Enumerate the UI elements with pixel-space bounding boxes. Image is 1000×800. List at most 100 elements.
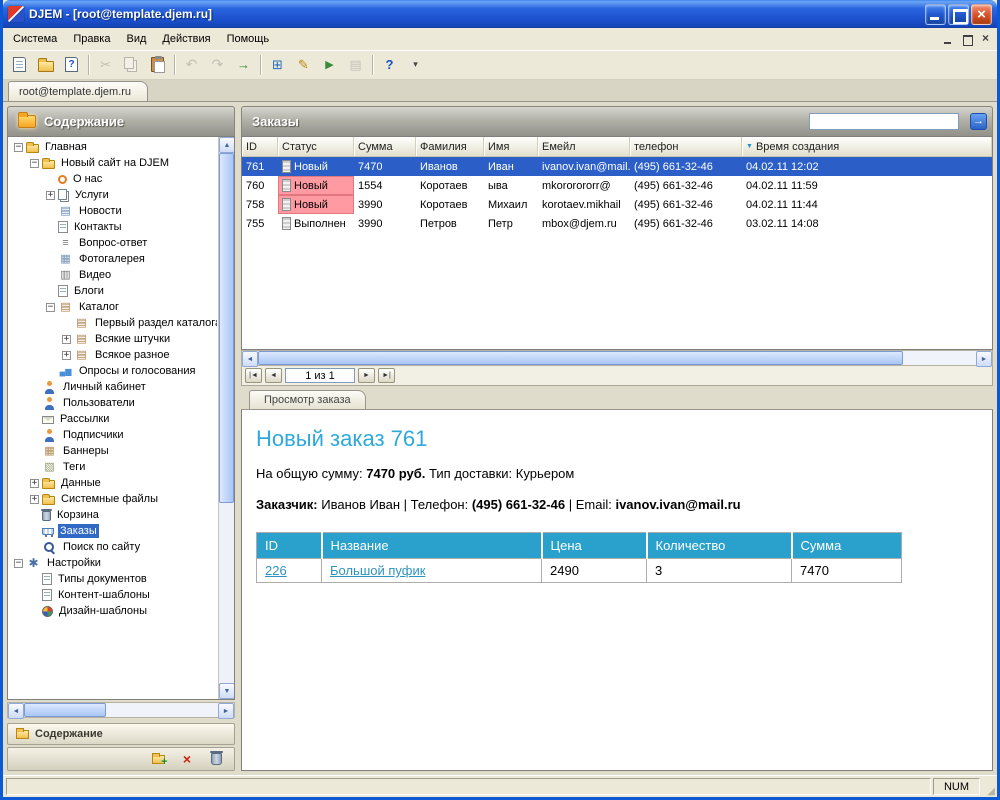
order-row[interactable]: 760 Новый 1554 Коротаев ыва mkororororr@ (495)… [242, 176, 992, 195]
tree-expander-minus-icon[interactable]: − [30, 158, 39, 168]
tree-item[interactable]: Дизайн-шаблоны [10, 603, 217, 619]
publish-button[interactable]: ▶ [317, 52, 342, 77]
menu-item[interactable]: Система [5, 30, 65, 48]
new-document-button[interactable] [7, 52, 32, 77]
edit-button[interactable]: ✎ [291, 52, 316, 77]
tree-item[interactable]: Корзина [10, 507, 217, 523]
tree-expander-minus-icon[interactable]: − [14, 142, 23, 152]
tree-item[interactable]: ▥ Видео [10, 267, 217, 283]
column-header[interactable]: ID [242, 137, 278, 156]
trash-button[interactable] [206, 750, 226, 768]
tree-item[interactable]: Контент-шаблоны [10, 587, 217, 603]
tree-item[interactable]: Рассылки [10, 411, 217, 427]
properties-button[interactable]: ⊞ [265, 52, 290, 77]
resize-grip[interactable] [982, 778, 996, 797]
scroll-right-button[interactable] [218, 703, 234, 719]
scroll-left-button[interactable] [242, 351, 258, 367]
menu-item[interactable]: Вид [118, 30, 154, 48]
delete-button[interactable] [177, 750, 197, 768]
scroll-right-button[interactable] [976, 351, 992, 367]
tree-item[interactable]: − ✱ Настройки [10, 555, 217, 571]
tree-expander-plus-icon[interactable]: + [46, 190, 55, 200]
sidebar-footer-tab[interactable]: Содержание [7, 723, 235, 745]
menu-item[interactable]: Правка [65, 30, 118, 48]
tree-item[interactable]: ▦ Баннеры [10, 443, 217, 459]
scrollbar-thumb[interactable] [24, 703, 106, 717]
tree-item[interactable]: − Главная [10, 139, 217, 155]
open-button[interactable] [33, 52, 58, 77]
tree-item[interactable]: ▦ Фотогалерея [10, 251, 217, 267]
column-header[interactable]: Имя [484, 137, 538, 156]
toolbar-options-button[interactable]: ▾ [403, 52, 428, 77]
document-help-button[interactable] [59, 52, 84, 77]
tree-item[interactable]: Контакты [10, 219, 217, 235]
child-restore-button[interactable] [959, 32, 976, 47]
export-button[interactable]: → [231, 52, 256, 77]
scroll-up-button[interactable] [219, 137, 234, 153]
tree-item[interactable]: ≡ Вопрос-ответ [10, 235, 217, 251]
scrollbar-thumb[interactable] [219, 153, 234, 503]
column-header[interactable]: Сумма [354, 137, 416, 156]
last-page-button[interactable] [378, 368, 395, 383]
column-header[interactable]: Емейл [538, 137, 630, 156]
tree-item[interactable]: + ▤ Всякие штучки [10, 331, 217, 347]
minimize-button[interactable] [925, 3, 946, 25]
column-header[interactable]: Фамилия [416, 137, 484, 156]
folder-icon [42, 493, 55, 505]
search-input[interactable] [809, 113, 959, 130]
title-bar[interactable]: DJEM - [root@template.djem.ru] [3, 0, 997, 28]
tree-expander-plus-icon[interactable]: + [30, 478, 39, 488]
tree-expander-plus-icon[interactable]: + [30, 494, 39, 504]
cell-text: 03.02.11 14:08 [746, 217, 819, 230]
first-page-button[interactable] [245, 368, 262, 383]
tree-item[interactable]: Блоги [10, 283, 217, 299]
child-close-button[interactable] [977, 32, 994, 47]
tree-expander-minus-icon[interactable]: − [46, 302, 55, 312]
order-row[interactable]: 755 Выполнен 3990 Петров Петр mbox@djem.ru (49… [242, 214, 992, 233]
tree-item[interactable]: ▧ Теги [10, 459, 217, 475]
tree-item[interactable]: ▄▆ Опросы и голосования [10, 363, 217, 379]
tree-item[interactable]: Подписчики [10, 427, 217, 443]
tree-item[interactable]: Поиск по сайту [10, 539, 217, 555]
item-name-link[interactable]: Большой пуфик [330, 563, 425, 578]
tree-expander-plus-icon[interactable]: + [62, 350, 71, 360]
scrollbar-thumb[interactable] [258, 351, 903, 365]
tree-expander-minus-icon[interactable]: − [14, 558, 23, 568]
maximize-button[interactable] [948, 3, 969, 25]
tree-item[interactable]: + Системные файлы [10, 491, 217, 507]
item-id-link[interactable]: 226 [265, 563, 287, 578]
tab-order-view[interactable]: Просмотр заказа [249, 390, 366, 409]
scroll-down-button[interactable] [219, 683, 234, 699]
tab-root-template[interactable]: root@template.djem.ru [8, 81, 149, 101]
prev-page-button[interactable] [265, 368, 282, 383]
order-row[interactable]: 758 Новый 3990 Коротаев Михаил korotaev.mikha… [242, 195, 992, 214]
menu-item[interactable]: Действия [154, 30, 218, 48]
tree-item[interactable]: + Данные [10, 475, 217, 491]
tree-item[interactable]: О нас [10, 171, 217, 187]
order-cell-created: 03.02.11 14:08 [742, 214, 992, 233]
scroll-left-button[interactable] [8, 703, 24, 719]
column-header[interactable]: Статус [278, 137, 354, 156]
add-section-button[interactable] [148, 750, 168, 768]
order-row[interactable]: 761 Новый 7470 Иванов Иван ivanov.ivan@mail.r… [242, 157, 992, 176]
column-header[interactable]: телефон [630, 137, 742, 156]
tree-item[interactable]: Пользователи [10, 395, 217, 411]
tree-item[interactable]: + ▤ Всякое разное [10, 347, 217, 363]
tree-item[interactable]: + Услуги [10, 187, 217, 203]
tree-item[interactable]: Типы документов [10, 571, 217, 587]
paste-button[interactable] [145, 52, 170, 77]
tree-item[interactable]: ▤ Новости [10, 203, 217, 219]
tree-item[interactable]: ▤ Первый раздел каталога [10, 315, 217, 331]
help-button[interactable]: ? [377, 52, 402, 77]
column-header[interactable]: ▼ Время создания [742, 137, 992, 156]
next-page-button[interactable] [358, 368, 375, 383]
tree-expander-plus-icon[interactable]: + [62, 334, 71, 344]
child-minimize-button[interactable] [941, 32, 958, 47]
tree-item[interactable]: − Новый сайт на DJEM [10, 155, 217, 171]
tree-item[interactable]: Личный кабинет [10, 379, 217, 395]
tree-item-selected[interactable]: Заказы [10, 523, 217, 539]
search-go-button[interactable] [970, 113, 987, 130]
tree-item[interactable]: − ▤ Каталог [10, 299, 217, 315]
menu-item[interactable]: Помощь [219, 30, 278, 48]
close-button[interactable] [971, 3, 992, 25]
